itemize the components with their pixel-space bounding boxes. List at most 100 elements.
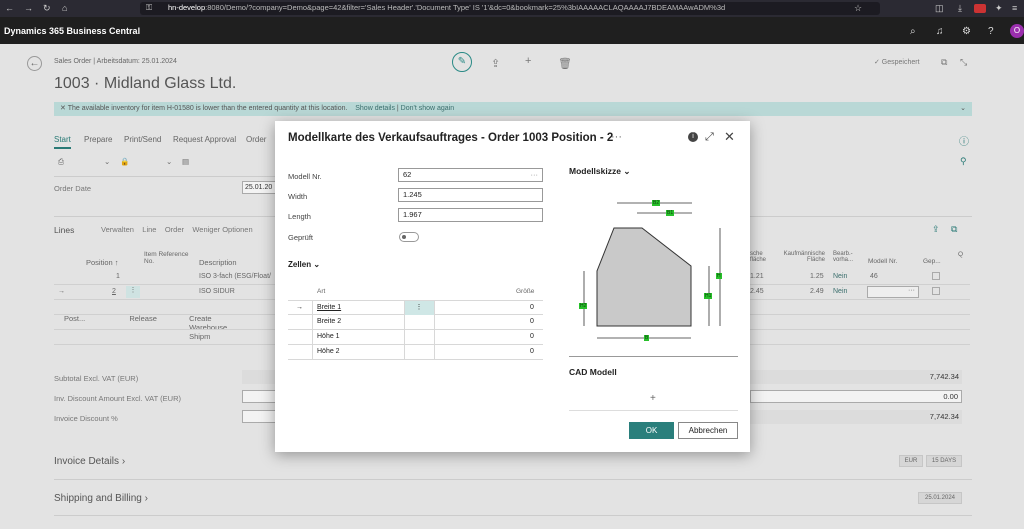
extensions-puzzle-icon[interactable]: ✦ <box>995 3 1003 14</box>
pocket-icon[interactable]: ◫ <box>935 3 944 14</box>
pin-icon[interactable]: ⚲ <box>960 156 967 167</box>
lines-menu-line[interactable]: Line <box>142 225 156 234</box>
invoice-details-header[interactable]: Invoice Details › <box>54 456 125 467</box>
chevron-down-icon[interactable]: ⌄ <box>960 102 966 116</box>
info-icon[interactable]: i <box>688 132 698 142</box>
tab-order[interactable]: Order <box>246 135 266 144</box>
inv-discount-field-left[interactable] <box>242 390 276 403</box>
extension-icon[interactable] <box>974 4 986 13</box>
row-pos[interactable]: 2 <box>112 288 116 295</box>
row-grosse[interactable]: 0 <box>530 333 534 340</box>
col-kaufm-flache[interactable]: Kaufmännische Fläche <box>777 251 825 263</box>
bookmark-star-icon[interactable]: ☆ <box>854 3 862 14</box>
col-grosse[interactable]: Größe <box>516 288 534 295</box>
more-options-icon[interactable]: ··· <box>611 131 622 143</box>
col-art[interactable]: Art <box>317 288 325 295</box>
table-row[interactable]: Höhe 1 0 <box>288 330 543 345</box>
tab-start[interactable]: Start <box>54 135 71 149</box>
tab-request-approval[interactable]: Request Approval <box>173 135 236 144</box>
expand-icon[interactable]: ⤢ <box>705 131 714 144</box>
info-icon[interactable]: ⓘ <box>959 133 969 148</box>
post-dropdown-icon[interactable]: ⌄ <box>104 157 110 166</box>
col-q[interactable]: Q <box>958 251 963 258</box>
chevron-down-icon: ⌄ <box>623 166 631 176</box>
col-description[interactable]: Description <box>199 258 237 267</box>
help-icon[interactable]: ? <box>988 26 994 37</box>
row-menu-icon[interactable]: ⋮ <box>126 286 140 298</box>
length-input[interactable]: 1.967 <box>398 208 543 222</box>
gear-icon[interactable]: ⚙ <box>962 26 971 37</box>
reload-icon[interactable]: ↻ <box>43 3 51 14</box>
row-menu-icon[interactable]: ⋮ <box>404 301 434 315</box>
bell-icon[interactable]: ♫ <box>936 26 944 37</box>
col-item-reference[interactable]: Item Reference No. <box>144 251 194 265</box>
create-warehouse-shipment-button[interactable]: ▤ Create Warehouse Shipm <box>182 157 227 341</box>
lines-menu-weniger-optionen[interactable]: Weniger Optionen <box>192 225 252 234</box>
row-art[interactable]: Höhe 1 <box>317 333 340 340</box>
app-title[interactable]: Dynamics 365 Business Central <box>4 26 140 36</box>
release-button[interactable]: 🔒 Release <box>120 157 157 323</box>
url-text[interactable]: hn-develop:8080/Demo/?company=Demo&page=… <box>168 3 828 12</box>
invoice-discount-pct-field-left[interactable] <box>242 410 276 423</box>
open-new-window-icon[interactable]: ⧉ <box>941 57 947 68</box>
row-art[interactable]: Breite 2 <box>317 318 341 325</box>
row-checkbox[interactable] <box>932 287 940 295</box>
post-button[interactable]: ⎙ Post... <box>58 157 85 323</box>
col-gepr[interactable]: Gep... <box>923 258 941 265</box>
col-position[interactable]: Position ↑ <box>86 258 119 267</box>
col-flache[interactable]: sche fläche <box>750 251 768 263</box>
forward-arrow-icon[interactable]: → <box>24 3 33 13</box>
close-icon[interactable]: ✕ <box>724 129 735 145</box>
row-grosse[interactable]: 0 <box>530 348 534 355</box>
notification-x-icon[interactable]: ✕ <box>60 105 68 112</box>
row-modell-input[interactable]: ··· <box>867 286 919 298</box>
modell-nr-input[interactable]: 62 ··· <box>398 168 543 182</box>
row-grosse[interactable]: 0 <box>530 304 534 311</box>
cancel-button[interactable]: Abbrechen <box>678 422 738 439</box>
share-icon[interactable]: ⇪ <box>491 57 500 70</box>
col-bearb[interactable]: Bearb.-vorha... <box>833 251 863 263</box>
delete-trash-icon[interactable]: 🗑 <box>558 57 572 70</box>
width-input[interactable]: 1.245 <box>398 188 543 202</box>
row-grosse[interactable]: 0 <box>530 318 534 325</box>
table-row[interactable]: Höhe 2 0 <box>288 345 543 360</box>
show-details-link[interactable]: Show details <box>355 105 395 112</box>
home-icon[interactable]: ⌂ <box>62 3 67 13</box>
share-lines-icon[interactable]: ⇪ <box>932 224 940 235</box>
gepruft-toggle[interactable] <box>399 232 419 242</box>
lines-menu-verwalten[interactable]: Verwalten <box>101 225 134 234</box>
tab-prepare[interactable]: Prepare <box>84 135 112 144</box>
menu-icon[interactable]: ≡ <box>1012 3 1017 13</box>
search-icon[interactable]: ⌕ <box>910 26 916 37</box>
add-plus-icon[interactable]: + <box>650 393 656 404</box>
release-dropdown-icon[interactable]: ⌄ <box>166 157 172 166</box>
lookup-ellipsis-icon[interactable]: ··· <box>531 169 539 181</box>
avatar[interactable]: O <box>1010 24 1024 38</box>
zellen-header[interactable]: Zellen ⌄ <box>288 260 320 269</box>
lines-menu-order[interactable]: Order <box>165 225 184 234</box>
row-bearb[interactable]: Nein <box>833 273 847 280</box>
download-icon[interactable]: ⤓ <box>958 3 962 14</box>
table-row[interactable]: Breite 2 0 <box>288 315 543 330</box>
sketch-label-h1: H1 <box>704 293 713 299</box>
order-date-field[interactable]: 25.01.20 <box>242 181 276 194</box>
inv-discount-value[interactable]: 0.00 <box>750 390 962 403</box>
col-modell-nr[interactable]: Modell Nr. <box>868 258 897 265</box>
ok-button[interactable]: OK <box>629 422 674 439</box>
shipping-billing-header[interactable]: Shipping and Billing › <box>54 493 148 504</box>
url-path: :8080/Demo/?company=Demo&page=42&filter=… <box>205 3 726 12</box>
back-button[interactable]: ← <box>27 56 42 71</box>
modellskizze-header[interactable]: Modellskizze ⌄ <box>569 166 630 177</box>
tab-print-send[interactable]: Print/Send <box>124 135 161 144</box>
row-art[interactable]: Höhe 2 <box>317 348 340 355</box>
expand-lines-icon[interactable]: ⧉ <box>951 224 957 235</box>
row-art[interactable]: Breite 1 <box>317 304 341 311</box>
table-row[interactable]: → Breite 1 ⋮ 0 <box>288 300 543 315</box>
collapse-icon[interactable]: ⤡ <box>960 57 967 68</box>
back-arrow-icon[interactable]: ← <box>5 3 14 13</box>
edit-pencil-icon[interactable]: ✎ <box>452 52 472 72</box>
row-checkbox[interactable] <box>932 272 940 280</box>
dont-show-again-link[interactable]: Don't show again <box>401 105 454 112</box>
row-bearb[interactable]: Nein <box>833 288 847 295</box>
new-plus-icon[interactable]: + <box>525 55 531 67</box>
